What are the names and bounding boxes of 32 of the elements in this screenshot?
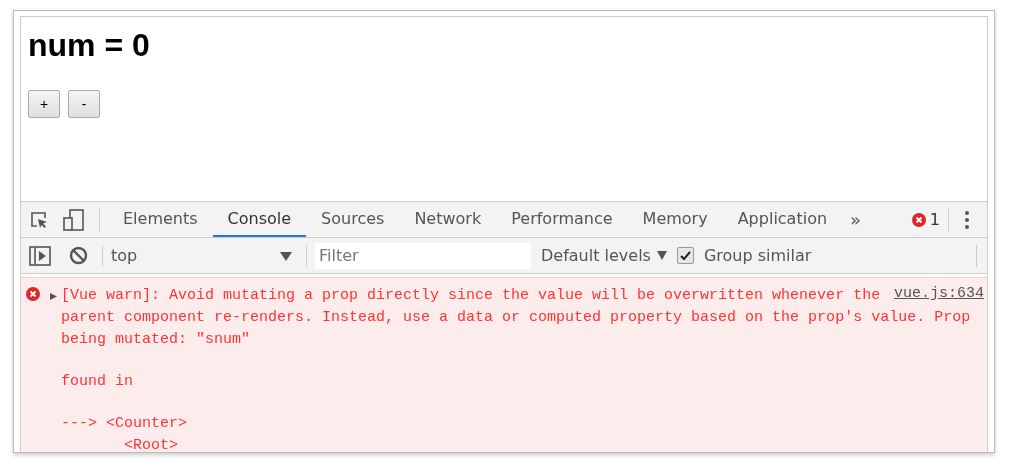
error-count[interactable]: 1 xyxy=(929,210,940,229)
device-icon[interactable] xyxy=(63,208,85,231)
expand-arrow-icon[interactable] xyxy=(50,292,57,301)
message-line: parent component re-renders. Instead, use a data or computed property based on the prop's value. Prop xyxy=(61,308,971,328)
devtools-tab[interactable]: Elements xyxy=(108,202,213,237)
error-icon xyxy=(26,287,40,301)
group-similar-checkbox[interactable] xyxy=(676,247,694,264)
menu-icon[interactable] xyxy=(965,210,969,229)
message-line: <Root> xyxy=(123,436,179,452)
message-line: being mutated: "snum" xyxy=(61,330,251,350)
message-line: found in xyxy=(61,372,133,392)
error-icon xyxy=(911,212,926,227)
sidebar-toggle-icon[interactable] xyxy=(29,245,51,266)
devtools-tab[interactable]: Performance xyxy=(496,202,628,237)
dropdown-arrow-icon[interactable] xyxy=(656,251,667,260)
message-line: [Vue warn]: Avoid mutating a prop directly since the value will be overwritten whenever the xyxy=(61,286,881,306)
devtools-tab[interactable]: Sources xyxy=(306,202,400,237)
devtools-tab[interactable]: Network xyxy=(399,202,497,237)
clear-console-icon[interactable] xyxy=(69,246,88,265)
counter-button[interactable]: - xyxy=(68,90,100,118)
devtools-tab[interactable]: Memory xyxy=(627,202,723,237)
message-line: ---> <Counter> xyxy=(61,414,188,434)
page-heading: num = 0 xyxy=(28,26,151,65)
devtools-tab[interactable]: Application xyxy=(722,202,843,237)
inspect-icon[interactable] xyxy=(29,209,49,230)
dropdown-arrow-icon xyxy=(280,250,292,261)
counter-button[interactable]: + xyxy=(28,90,60,118)
more-tabs-button[interactable]: » xyxy=(850,209,862,230)
levels-dropdown[interactable]: Default levels xyxy=(541,246,651,265)
checkbox-label: Group similar xyxy=(703,246,812,265)
filter-field[interactable]: Filter xyxy=(315,242,531,269)
context-dropdown[interactable]: top xyxy=(107,246,292,265)
